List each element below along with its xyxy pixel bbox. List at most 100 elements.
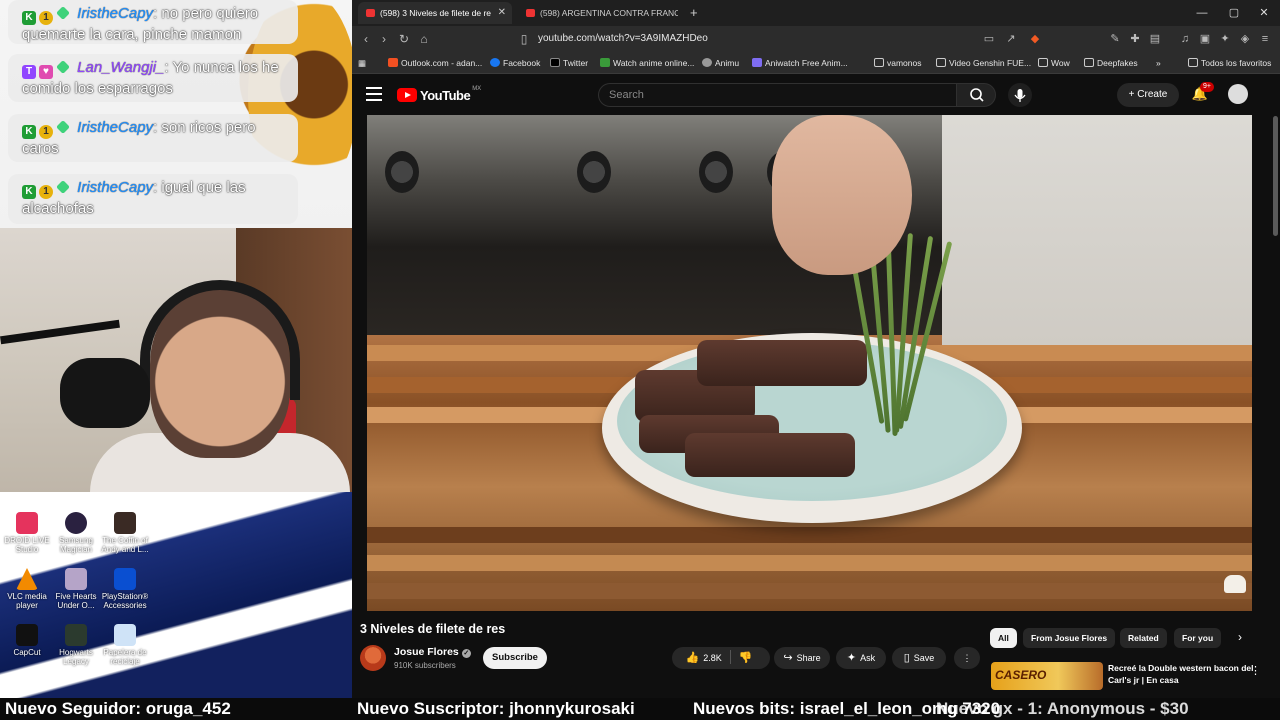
cast-icon[interactable]: ▭ bbox=[982, 31, 996, 47]
back-icon[interactable]: ‹ bbox=[358, 31, 374, 47]
music-icon[interactable]: ♫ bbox=[1178, 31, 1192, 47]
chip-related[interactable]: Related bbox=[1120, 628, 1167, 648]
vpn-icon[interactable]: ◈ bbox=[1238, 31, 1252, 47]
playstation-icon bbox=[114, 568, 136, 590]
dislike-icon[interactable]: 👎 bbox=[739, 652, 753, 664]
menu-icon[interactable]: ≡ bbox=[1258, 31, 1272, 47]
like-icon[interactable]: 👍 bbox=[686, 652, 700, 664]
bookmark-icon[interactable]: ▯ bbox=[516, 31, 532, 47]
bookmark-outlook[interactable]: Outlook.com - adan... bbox=[388, 52, 482, 74]
chat-message: K1 IristheCapy: son ricos pero caros bbox=[8, 114, 298, 162]
bookmarks-overflow-icon[interactable]: » bbox=[1156, 52, 1161, 74]
desktop-icon[interactable]: The Coffin of Andy and L... bbox=[98, 512, 152, 554]
steak-slice bbox=[685, 433, 855, 477]
more-actions-button[interactable]: ⋮ bbox=[954, 647, 980, 669]
share-icon[interactable]: ↗ bbox=[1004, 31, 1018, 47]
search-input[interactable]: Search bbox=[598, 83, 956, 107]
steak-slice bbox=[697, 340, 867, 386]
url-field[interactable]: youtube.com/watch?v=3A9IMAZHDeo bbox=[538, 30, 1058, 48]
create-button[interactable]: + Create bbox=[1117, 83, 1179, 107]
desktop-icon[interactable]: CapCut bbox=[0, 624, 54, 657]
menu-icon[interactable] bbox=[366, 87, 382, 101]
home-icon[interactable]: ⌂ bbox=[416, 31, 432, 47]
oven-knob bbox=[699, 151, 733, 193]
bookmark-wow[interactable]: Wow bbox=[1038, 52, 1070, 74]
video-title: 3 Niveles de filete de res bbox=[360, 622, 506, 636]
subscribe-button[interactable]: Subscribe bbox=[483, 647, 547, 669]
channel-badge-icon: K bbox=[22, 125, 36, 139]
mic-arm bbox=[0, 319, 120, 345]
forward-icon[interactable]: › bbox=[376, 31, 392, 47]
desktop-icon[interactable]: Five Hearts Under O... bbox=[49, 568, 103, 610]
gem-badge-icon bbox=[56, 180, 70, 194]
related-thumbnail[interactable]: CASERO bbox=[991, 662, 1103, 690]
ask-button[interactable]: ✦ Ask bbox=[836, 647, 886, 669]
bits-badge-icon: 1 bbox=[39, 11, 53, 25]
sparkle-icon: ✦ bbox=[846, 652, 857, 664]
reload-icon[interactable]: ↻ bbox=[396, 31, 412, 47]
save-button[interactable]: ▯ Save bbox=[892, 647, 946, 669]
bookmark-vamonos[interactable]: vamonos bbox=[874, 52, 922, 74]
desktop-icon[interactable]: DROID LIVE Studio bbox=[0, 512, 54, 554]
screen: K1 IristheCapy: no pero quiero quemarte … bbox=[0, 0, 1280, 720]
bookmark-all[interactable]: Todos los favoritos bbox=[1188, 52, 1271, 74]
desktop-icon[interactable]: PlayStation® Accessories bbox=[98, 568, 152, 610]
bookmark-animu[interactable]: Animu bbox=[702, 52, 739, 74]
webcam-feed bbox=[0, 228, 352, 492]
capcut-icon bbox=[16, 624, 38, 646]
desktop-icon[interactable]: Papelera de reciclaje bbox=[98, 624, 152, 666]
aniwatch-icon bbox=[752, 58, 762, 67]
sidebar-icon[interactable]: ▤ bbox=[1148, 31, 1162, 47]
extension-icon[interactable]: ✎ bbox=[1108, 31, 1122, 47]
bookmark-aniwatch[interactable]: Aniwatch Free Anim... bbox=[752, 52, 848, 74]
chat-username: IristheCapy bbox=[77, 119, 154, 136]
share-button[interactable]: ↪ Share bbox=[774, 647, 830, 669]
facebook-icon bbox=[490, 58, 500, 67]
outlook-icon bbox=[388, 58, 398, 67]
apps-icon[interactable]: ▦ bbox=[358, 52, 366, 74]
chip-all[interactable]: All bbox=[990, 628, 1017, 648]
channel-avatar[interactable] bbox=[360, 645, 386, 671]
desktop-icon[interactable]: Samsung Magician bbox=[49, 512, 103, 554]
chef-coat bbox=[942, 115, 1252, 345]
bookmark-anime[interactable]: Watch anime online... bbox=[600, 52, 694, 74]
close-tab-icon[interactable]: ✕ bbox=[498, 2, 506, 24]
brave-shield-icon[interactable]: ◆ bbox=[1028, 31, 1042, 47]
folder-icon bbox=[1188, 58, 1198, 67]
scrollbar[interactable] bbox=[1273, 116, 1278, 236]
chevron-right-icon[interactable]: › bbox=[1238, 630, 1242, 644]
chip-for-you[interactable]: For you bbox=[1174, 628, 1222, 648]
desktop-icon[interactable]: Hogwarts Legacy bbox=[49, 624, 103, 666]
wallet-icon[interactable]: ▣ bbox=[1198, 31, 1212, 47]
bookmark-twitter[interactable]: Twitter bbox=[550, 52, 588, 74]
youtube-logo[interactable]: YouTube MX bbox=[397, 86, 481, 104]
folder-icon bbox=[874, 58, 884, 67]
leo-icon[interactable]: ✦ bbox=[1218, 31, 1232, 47]
like-dislike-group[interactable]: 👍 2.8K 👎 bbox=[672, 647, 770, 669]
bookmark-genshin[interactable]: Video Genshin FUE... bbox=[936, 52, 1031, 74]
chat-username: Lan_Wangji_ bbox=[77, 59, 165, 76]
video-player[interactable] bbox=[367, 115, 1252, 611]
search-button[interactable] bbox=[956, 83, 996, 107]
bookmark-deepfakes[interactable]: Deepfakes bbox=[1084, 52, 1138, 74]
minimize-icon[interactable]: — bbox=[1186, 0, 1218, 26]
folder-icon bbox=[1038, 58, 1048, 67]
tab-argentina[interactable]: (598) ARGENTINA CONTRA FRANCIA bbox=[518, 2, 678, 24]
account-avatar[interactable] bbox=[1228, 84, 1248, 104]
close-window-icon[interactable]: ✕ bbox=[1248, 0, 1280, 26]
related-video-title[interactable]: Recreé la Double western bacon del Carl'… bbox=[1108, 662, 1258, 686]
new-tab-button[interactable]: + bbox=[684, 2, 706, 24]
app-icon bbox=[65, 624, 87, 646]
ticker-subscriber: Nuevo Suscriptor: jhonnykurosaki bbox=[357, 699, 635, 718]
puzzle-icon[interactable]: ✚ bbox=[1128, 31, 1142, 47]
voice-search-button[interactable] bbox=[1008, 83, 1032, 107]
desktop-icon[interactable]: VLC media player bbox=[0, 568, 54, 610]
tab-video[interactable]: (598) 3 Niveles de filete de re ✕ bbox=[358, 2, 512, 24]
channel-name[interactable]: Josue Flores ✓ bbox=[394, 646, 471, 658]
maximize-icon[interactable]: ▢ bbox=[1218, 0, 1250, 26]
chef-hat-icon bbox=[1224, 575, 1246, 593]
oven-knob bbox=[577, 151, 611, 193]
chip-from-channel[interactable]: From Josue Flores bbox=[1023, 628, 1116, 648]
bookmark-facebook[interactable]: Facebook bbox=[490, 52, 540, 74]
more-vertical-icon[interactable]: ⋮ bbox=[1250, 664, 1261, 677]
